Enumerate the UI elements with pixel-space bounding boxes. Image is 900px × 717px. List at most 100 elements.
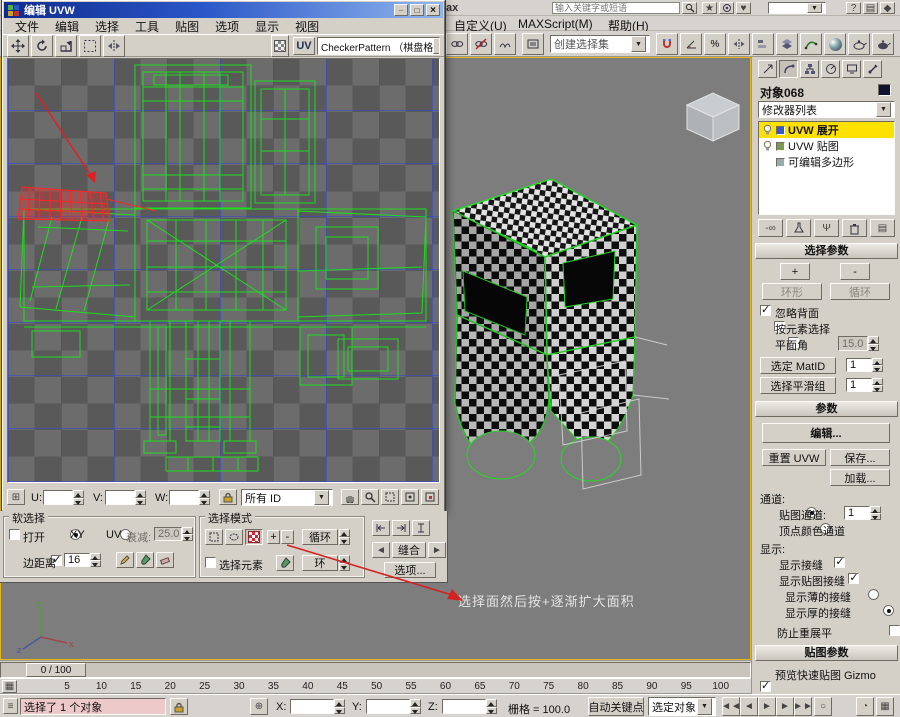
- uv-canvas[interactable]: [7, 58, 440, 483]
- pin-stack-icon[interactable]: -∞: [758, 219, 783, 237]
- key-mode-toggle-icon[interactable]: ○: [814, 697, 832, 716]
- track-bar-filter-icon[interactable]: ▦: [2, 680, 17, 693]
- time-configuration-icon[interactable]: ◔: [856, 697, 874, 716]
- loop-button[interactable]: 循环: [302, 529, 338, 545]
- textured-model[interactable]: [439, 159, 674, 494]
- select-matid-button[interactable]: 选定 MatID: [760, 357, 836, 374]
- render-icon[interactable]: [872, 33, 894, 55]
- unlink-selection-icon[interactable]: [470, 33, 492, 55]
- zoom-extents-icon[interactable]: [401, 489, 419, 505]
- selection-lock-icon[interactable]: [170, 698, 188, 715]
- zoom-icon[interactable]: [361, 489, 379, 505]
- named-selection-sets-icon[interactable]: [522, 33, 544, 55]
- hierarchy-tab-icon[interactable]: [800, 60, 819, 78]
- pan-icon[interactable]: [341, 489, 359, 505]
- v-coordinate-field[interactable]: [105, 490, 135, 505]
- z-spinner[interactable]: [486, 699, 497, 714]
- grow-paint-size-button[interactable]: +: [267, 530, 280, 544]
- grow-selection-button[interactable]: +: [780, 263, 810, 280]
- stitch-previous-icon[interactable]: ◄: [372, 542, 390, 558]
- load-uvw-button[interactable]: 加载...: [830, 469, 890, 486]
- arrange-right-icon[interactable]: [392, 520, 410, 536]
- star-icon[interactable]: ★: [702, 2, 717, 14]
- matid-field[interactable]: 1: [846, 358, 872, 372]
- mirror-uv-icon[interactable]: [103, 35, 125, 57]
- scale-icon[interactable]: [55, 35, 77, 57]
- ring-spinner[interactable]: [339, 555, 350, 571]
- options-button[interactable]: 选项...: [384, 562, 436, 578]
- freeform-mode-icon[interactable]: [79, 35, 101, 57]
- close-icon[interactable]: [426, 4, 440, 16]
- select-smoothing-group-button[interactable]: 选择平滑组: [760, 377, 836, 394]
- rollout-selection-parameters[interactable]: 选择参数: [755, 243, 898, 259]
- snap-toggle-icon[interactable]: [656, 33, 678, 55]
- chevron-down-icon[interactable]: [697, 698, 712, 715]
- prevent-reflattening-checkbox[interactable]: [889, 625, 900, 636]
- infocenter-search-input[interactable]: [552, 2, 680, 14]
- keyboard-icon[interactable]: ▤: [863, 2, 878, 14]
- map-channel-spinner[interactable]: [870, 506, 881, 520]
- soft-selection-open-checkbox[interactable]: [9, 529, 20, 540]
- maximize-viewport-icon[interactable]: ▦: [876, 697, 894, 716]
- u-spinner[interactable]: [73, 490, 84, 505]
- minimize-icon[interactable]: [394, 4, 408, 16]
- remove-modifier-icon[interactable]: [842, 219, 867, 237]
- previous-frame-icon[interactable]: ◄: [740, 697, 758, 716]
- stitch-button[interactable]: 缝合: [392, 542, 426, 558]
- display-tab-icon[interactable]: [842, 60, 861, 78]
- x-spinner[interactable]: [334, 699, 345, 714]
- u-coordinate-field[interactable]: [43, 490, 73, 505]
- stack-item-uvw-map[interactable]: UVW 贴图: [759, 138, 894, 154]
- shrink-selection-button[interactable]: -: [840, 263, 870, 280]
- z-coordinate-field[interactable]: [442, 699, 486, 714]
- bind-to-space-warp-icon[interactable]: [494, 33, 516, 55]
- show-map-seam-checkbox[interactable]: [848, 573, 859, 584]
- next-frame-icon[interactable]: ►: [776, 697, 794, 716]
- modify-tab-icon[interactable]: [779, 60, 798, 78]
- timeline-track[interactable]: [0, 662, 751, 678]
- mirror-icon[interactable]: [728, 33, 750, 55]
- select-and-link-icon[interactable]: [446, 33, 468, 55]
- search-icon[interactable]: [682, 2, 697, 14]
- loop-spinner[interactable]: [339, 529, 350, 545]
- planar-angle-spinner[interactable]: [868, 336, 879, 351]
- texture-pattern-dropdown[interactable]: CheckerPattern （棋盘格: [317, 37, 440, 55]
- rotate-icon[interactable]: [31, 35, 53, 57]
- shrink-paint-size-button[interactable]: -: [281, 530, 294, 544]
- help-dropdown[interactable]: [768, 2, 826, 14]
- planar-angle-field[interactable]: 15.0: [838, 336, 868, 351]
- paint-brush-icon[interactable]: [136, 552, 154, 568]
- render-setup-icon[interactable]: [848, 33, 870, 55]
- object-color-swatch[interactable]: [878, 84, 891, 96]
- show-map-toggle-icon[interactable]: [271, 35, 289, 57]
- uvw-window-titlebar[interactable]: 编辑 UVW: [4, 2, 443, 18]
- smoothing-group-field[interactable]: 1: [846, 378, 872, 392]
- smoothing-group-spinner[interactable]: [872, 378, 883, 392]
- stack-item-editable-poly[interactable]: 可编辑多边形: [759, 154, 894, 170]
- show-seam-checkbox[interactable]: [834, 557, 845, 568]
- arrange-vertical-icon[interactable]: [412, 520, 430, 536]
- uv-space-button[interactable]: UV: [293, 37, 315, 55]
- material-editor-icon[interactable]: [824, 33, 846, 55]
- zoom-to-selection-icon[interactable]: [421, 489, 439, 505]
- zoom-region-icon[interactable]: [381, 489, 399, 505]
- y-coordinate-field[interactable]: [366, 699, 410, 714]
- modifier-list-dropdown[interactable]: 修改器列表: [758, 101, 895, 118]
- motion-tab-icon[interactable]: [821, 60, 840, 78]
- loop-button[interactable]: 循环: [830, 283, 890, 300]
- map-channel-field[interactable]: 1: [844, 506, 870, 520]
- go-to-end-icon[interactable]: ►►: [794, 697, 812, 716]
- move-icon[interactable]: [7, 35, 29, 57]
- edge-distance-field[interactable]: 16: [64, 553, 90, 567]
- auto-key-button[interactable]: 自动关键点: [588, 697, 644, 716]
- chevron-down-icon[interactable]: [807, 3, 822, 13]
- go-to-start-icon[interactable]: ◄◄: [722, 697, 740, 716]
- falloff-spinner[interactable]: [182, 527, 193, 541]
- settings-icon[interactable]: ◆: [880, 2, 895, 14]
- rollout-parameters[interactable]: 参数: [755, 401, 898, 417]
- falloff-field[interactable]: 25.0: [154, 527, 182, 541]
- save-uvw-button[interactable]: 保存...: [830, 449, 890, 466]
- paint-select-icon[interactable]: [245, 529, 263, 545]
- thick-seam-radio[interactable]: [883, 605, 894, 616]
- ignore-backfacing-checkbox[interactable]: [760, 305, 771, 316]
